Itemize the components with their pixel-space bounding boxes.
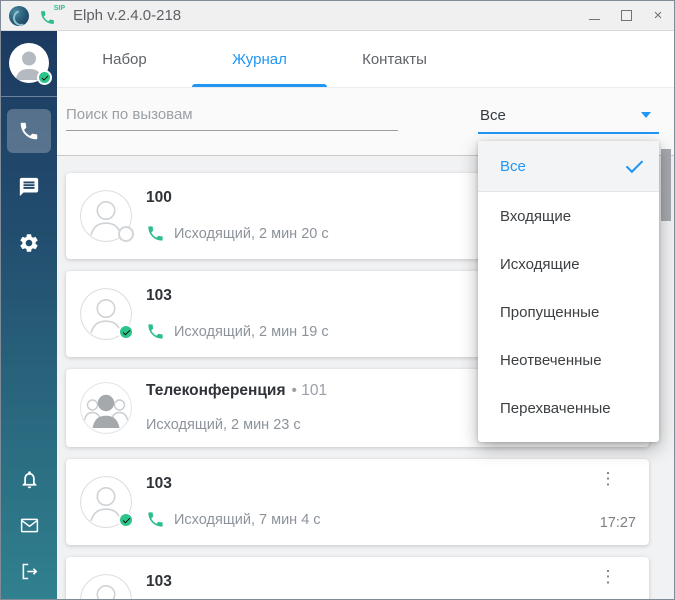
window-title: Elph v.2.4.0-218 bbox=[73, 7, 182, 24]
menu-item-unanswered[interactable]: Неотвеченные bbox=[478, 336, 659, 384]
menu-item-missed[interactable]: Пропущенные bbox=[478, 288, 659, 336]
main-area: Набор Журнал Контакты Все 100 Исходящ bbox=[57, 31, 674, 599]
tab-bar: Набор Журнал Контакты bbox=[57, 31, 674, 88]
call-subline: Исходящий, 2 мин 19 с bbox=[146, 322, 329, 341]
filter-select-value: Все bbox=[480, 106, 506, 124]
window-controls: × bbox=[578, 1, 674, 31]
sidebar-item-logout[interactable] bbox=[9, 553, 49, 589]
call-detail: Исходящий, 2 мин 23 с bbox=[146, 417, 301, 433]
logout-icon bbox=[19, 561, 40, 582]
check-icon bbox=[624, 156, 645, 177]
tab-dial[interactable]: Набор bbox=[57, 31, 192, 87]
overflow-menu-button[interactable]: ⋮ bbox=[597, 565, 619, 589]
sidebar bbox=[1, 31, 57, 599]
menu-item-outgoing[interactable]: Исходящие bbox=[478, 240, 659, 288]
conference-icon bbox=[80, 382, 132, 434]
check-icon bbox=[122, 328, 131, 337]
tab-contacts[interactable]: Контакты bbox=[327, 31, 462, 87]
phone-icon bbox=[18, 120, 40, 142]
contact-avatar bbox=[80, 574, 132, 599]
call-name: 103 bbox=[146, 573, 172, 590]
check-icon bbox=[122, 516, 131, 525]
sidebar-item-phone[interactable] bbox=[7, 109, 51, 153]
call-item-103-c[interactable]: 103 ⋮ bbox=[66, 557, 649, 599]
menu-item-all[interactable]: Все bbox=[478, 141, 659, 192]
outgoing-call-icon bbox=[146, 322, 165, 341]
tab-journal[interactable]: Журнал bbox=[192, 31, 327, 87]
call-item-103-b[interactable]: 103 Исходящий, 7 мин 4 с ⋮ 17:27 bbox=[66, 459, 649, 545]
sidebar-item-mail[interactable] bbox=[9, 507, 49, 543]
call-detail: Исходящий, 7 мин 4 с bbox=[174, 511, 321, 528]
contact-avatar bbox=[80, 190, 134, 242]
status-badge-online bbox=[118, 324, 134, 340]
maximize-button[interactable] bbox=[610, 1, 642, 31]
filter-select[interactable]: Все bbox=[478, 98, 659, 134]
call-subline: Исходящий, 2 мин 23 с bbox=[146, 417, 301, 433]
call-time: 17:27 bbox=[599, 515, 636, 531]
status-badge-online bbox=[118, 512, 134, 528]
scrollbar-thumb[interactable] bbox=[661, 149, 671, 221]
call-number-suffix: • 101 bbox=[291, 382, 328, 399]
sip-label: SIP bbox=[53, 4, 65, 12]
sidebar-item-chat[interactable] bbox=[7, 165, 51, 209]
contact-avatar bbox=[80, 288, 134, 340]
caret-down-icon bbox=[641, 112, 651, 118]
user-avatar[interactable] bbox=[9, 43, 52, 85]
maximize-icon bbox=[620, 10, 632, 21]
sidebar-item-notifications[interactable] bbox=[9, 461, 49, 497]
online-status-badge bbox=[37, 70, 52, 85]
call-name: Телеконференция • 101 bbox=[146, 382, 328, 399]
chat-icon bbox=[18, 176, 40, 198]
call-subline: Исходящий, 2 мин 20 с bbox=[146, 224, 329, 243]
call-name: 100 bbox=[146, 189, 172, 206]
sidebar-item-settings[interactable] bbox=[7, 221, 51, 265]
close-icon: × bbox=[653, 7, 663, 24]
contact-avatar bbox=[80, 476, 134, 528]
sip-phone-icon: SIP bbox=[39, 5, 65, 27]
search-input[interactable] bbox=[66, 104, 398, 131]
conference-avatar bbox=[80, 382, 132, 434]
overflow-menu-button[interactable]: ⋮ bbox=[597, 467, 619, 491]
person-outline-icon bbox=[80, 574, 132, 599]
outgoing-call-icon bbox=[146, 510, 165, 529]
filter-dropdown-menu: Все Входящие Исходящие Пропущенные Неотв… bbox=[478, 141, 659, 442]
call-detail: Исходящий, 2 мин 20 с bbox=[174, 225, 329, 242]
status-badge-empty bbox=[118, 226, 134, 242]
envelope-icon bbox=[19, 515, 40, 536]
minimize-icon bbox=[588, 18, 600, 21]
titlebar: SIP Elph v.2.4.0-218 × bbox=[1, 1, 674, 31]
app-window: SIP Elph v.2.4.0-218 × Набор Журнал Конт… bbox=[0, 0, 675, 600]
menu-item-incoming[interactable]: Входящие bbox=[478, 192, 659, 240]
app-logo-icon bbox=[9, 5, 29, 26]
call-name: 103 bbox=[146, 287, 172, 304]
sidebar-divider bbox=[1, 96, 57, 97]
check-icon bbox=[41, 74, 49, 82]
call-name: 103 bbox=[146, 475, 172, 492]
gear-icon bbox=[18, 232, 40, 254]
call-subline: Исходящий, 7 мин 4 с bbox=[146, 510, 321, 529]
call-detail: Исходящий, 2 мин 19 с bbox=[174, 323, 329, 340]
minimize-button[interactable] bbox=[578, 1, 610, 31]
bell-icon bbox=[19, 469, 40, 490]
close-button[interactable]: × bbox=[642, 1, 674, 31]
outgoing-call-icon bbox=[146, 224, 165, 243]
menu-item-intercepted[interactable]: Перехваченные bbox=[478, 384, 659, 432]
